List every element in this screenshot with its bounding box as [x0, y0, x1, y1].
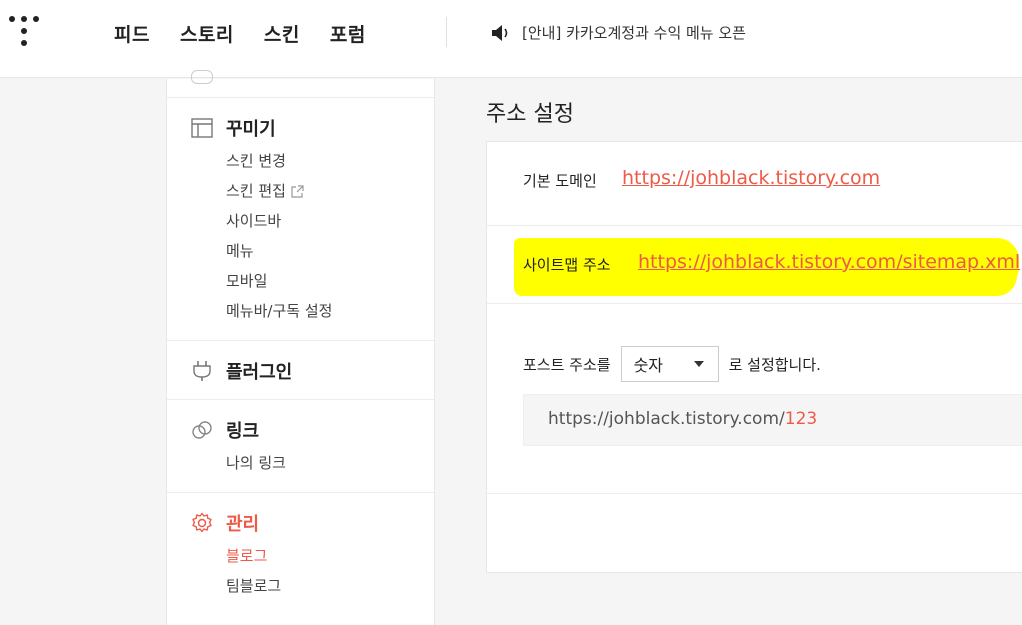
notice-text[interactable]: [안내] 카카오계정과 수익 메뉴 오픈: [522, 22, 746, 43]
post-address-suffix: 로 설정합니다.: [728, 355, 821, 374]
preview-id: 123: [784, 409, 818, 429]
sidebar-item-sidebar[interactable]: 사이드바: [226, 206, 434, 236]
sidebar-items-manage: 블로그 팀블로그: [191, 541, 434, 601]
nav-skin[interactable]: 스킨: [264, 20, 300, 47]
sidebar-item-mobile[interactable]: 모바일: [226, 266, 434, 296]
sidebar-item-menubar-subscribe[interactable]: 메뉴바/구독 설정: [226, 296, 434, 326]
page-title: 주소 설정: [486, 102, 574, 127]
default-domain-row: 기본 도메인 https://johblack.tistory.com: [487, 142, 1022, 226]
sitemap-link[interactable]: https://johblack.tistory.com/sitemap.xml: [638, 251, 1020, 273]
sidebar: 꾸미기 스킨 변경 스킨 편집 사이드바 메뉴 모바일 메뉴바/구독 설정 플러…: [166, 70, 435, 625]
external-link-icon: [291, 184, 304, 198]
sidebar-group-link: 링크 나의 링크: [167, 400, 434, 493]
gear-icon: [191, 512, 213, 534]
sidebar-stub: [167, 70, 434, 98]
post-address-line: 포스트 주소를 숫자 로 설정합니다.: [523, 346, 821, 382]
sidebar-head-label: 꾸미기: [226, 119, 276, 140]
main-nav: 피드 스토리 스킨 포럼: [114, 20, 366, 47]
top-bar: 피드 스토리 스킨 포럼 [안내] 카카오계정과 수익 메뉴 오픈: [0, 0, 1022, 78]
default-domain-label: 기본 도메인: [523, 172, 597, 190]
link-icon: [191, 419, 213, 441]
post-address-select[interactable]: 숫자: [620, 346, 719, 382]
preview-base: https://johblack.tistory.com/: [548, 409, 785, 429]
address-settings-card: 기본 도메인 https://johblack.tistory.com 사이트맵…: [486, 141, 1022, 573]
nav-story[interactable]: 스토리: [180, 20, 234, 47]
sidebar-group-manage: 관리 블로그 팀블로그: [167, 493, 434, 615]
sidebar-head-link[interactable]: 링크: [191, 418, 434, 442]
sidebar-item-skin-edit[interactable]: 스킨 편집: [226, 176, 434, 206]
nav-forum[interactable]: 포럼: [330, 20, 366, 47]
sidebar-item-blog[interactable]: 블로그: [226, 541, 434, 571]
sidebar-head-label: 플러그인: [226, 362, 293, 383]
nav-divider: [446, 17, 447, 47]
notice[interactable]: [안내] 카카오계정과 수익 메뉴 오픈: [490, 22, 746, 43]
sidebar-head-manage[interactable]: 관리: [191, 511, 434, 535]
partial-icon: [191, 70, 213, 84]
post-address-row: 포스트 주소를 숫자 로 설정합니다. https://johblack.tis…: [487, 304, 1022, 494]
layout-icon: [191, 117, 213, 139]
tistory-logo[interactable]: [9, 16, 39, 48]
sidebar-item-skin-change[interactable]: 스킨 변경: [226, 146, 434, 176]
sidebar-head-decorate[interactable]: 꾸미기: [191, 116, 434, 140]
plug-icon: [191, 360, 213, 382]
sidebar-group-decorate: 꾸미기 스킨 변경 스킨 편집 사이드바 메뉴 모바일 메뉴바/구독 설정: [167, 98, 434, 341]
sitemap-row: 사이트맵 주소 https://johblack.tistory.com/sit…: [487, 226, 1022, 304]
sidebar-item-menu[interactable]: 메뉴: [226, 236, 434, 266]
default-domain-link[interactable]: https://johblack.tistory.com: [622, 167, 880, 189]
chevron-down-icon: [693, 361, 704, 367]
sidebar-head-label: 관리: [226, 514, 260, 535]
sidebar-head-label: 링크: [226, 421, 260, 442]
sitemap-label: 사이트맵 주소: [523, 256, 611, 274]
sidebar-item-my-link[interactable]: 나의 링크: [226, 448, 434, 478]
sidebar-head-plugin[interactable]: 플러그인: [191, 359, 434, 383]
post-address-select-value: 숫자: [633, 356, 664, 375]
speaker-icon: [492, 24, 508, 41]
post-address-preview: https://johblack.tistory.com/123: [523, 394, 1022, 446]
sidebar-item-team-blog[interactable]: 팀블로그: [226, 571, 434, 601]
nav-feed[interactable]: 피드: [114, 20, 150, 47]
sidebar-items-link: 나의 링크: [191, 448, 434, 478]
sidebar-group-plugin: 플러그인: [167, 341, 434, 400]
post-address-prefix: 포스트 주소를: [523, 355, 611, 374]
sidebar-items-decorate: 스킨 변경 스킨 편집 사이드바 메뉴 모바일 메뉴바/구독 설정: [191, 146, 434, 326]
sidebar-item-label: 스킨 편집: [226, 182, 286, 200]
